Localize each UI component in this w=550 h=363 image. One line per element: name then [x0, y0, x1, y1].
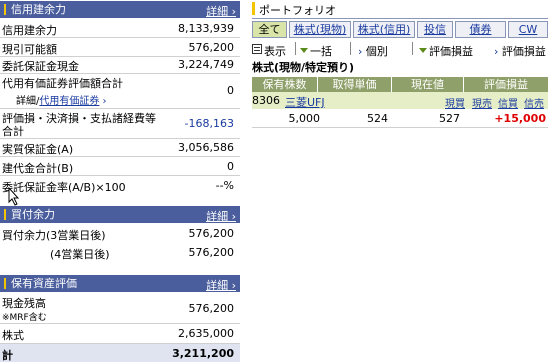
toolbar-separator: [295, 42, 296, 55]
credit-row: 信用建余力 8,133,939: [0, 19, 240, 38]
toolbar-pl-detail-button[interactable]: › 評価損益: [494, 43, 546, 59]
row-value: 0: [227, 160, 234, 173]
credit-row: 委託保証金率(A/B)×100 --%: [0, 176, 240, 194]
stock-name-link[interactable]: 三菱UFJ: [285, 94, 325, 110]
credit-detail-link[interactable]: 詳細: [206, 3, 236, 19]
toolbar-individual-button[interactable]: › 個別: [358, 43, 388, 59]
pl-value: +15,000: [494, 112, 546, 125]
cash-sell-link[interactable]: 現売: [472, 95, 492, 110]
list-icon: [252, 44, 262, 54]
credit-title: 信用建余力: [11, 3, 66, 16]
holding-values-row: 5,000 524 527 +15,000: [252, 110, 548, 128]
buying-header: 買付余力 詳細: [0, 206, 240, 223]
total-label: 計: [2, 349, 13, 362]
stock-code: 8306: [252, 94, 280, 107]
row-label: (4営業日後): [50, 248, 110, 261]
credit-row: 現引可能額 576,200: [0, 38, 240, 57]
chevron-right-icon: ›: [494, 45, 502, 58]
column-header-price: 現在値: [392, 77, 464, 92]
toolbar-batch-button[interactable]: 一括: [300, 43, 332, 59]
row-label: 現引可能額: [2, 43, 57, 56]
row-value: 2,635,000: [178, 327, 234, 340]
margin-sell-link[interactable]: 信売: [524, 95, 544, 110]
header-marker: [4, 4, 6, 15]
row-label: 委託保証金現金: [2, 60, 79, 73]
row-label: 代用有価証券評価額合計: [2, 77, 123, 90]
total-value: 3,211,200: [172, 347, 234, 360]
row-value: 576,200: [188, 41, 235, 54]
column-header-shares: 保有株数: [252, 77, 318, 92]
row-value: 3,056,586: [178, 141, 234, 154]
row-label: 評価損・決済損・支払諸経費等: [2, 112, 156, 125]
tab-all[interactable]: 全て: [252, 21, 287, 38]
cost-value: 524: [367, 112, 388, 125]
credit-row-costs: 評価損・決済損・支払諸経費等 合計 -168,163: [0, 109, 240, 139]
row-label: 実質保証金(A): [2, 143, 74, 156]
row-sublabel: ※MRF含む: [2, 313, 47, 323]
portfolio-marker: [252, 2, 255, 15]
section-title: 株式(現物/特定預り): [252, 61, 355, 74]
tab-funds[interactable]: 投信: [417, 21, 453, 38]
substitute-securities-link[interactable]: 代用有価証券: [39, 96, 99, 107]
credit-row: 委託保証金現金 3,224,749: [0, 57, 240, 74]
shares-value: 5,000: [288, 112, 321, 125]
assets-row: 現金残高 ※MRF含む 576,200: [0, 294, 240, 324]
toolbar-display-label: 表示: [264, 45, 286, 58]
assets-header: 保有資産評価 詳細: [0, 275, 240, 292]
row-label: 現金残高: [2, 297, 46, 310]
toolbar-separator: [350, 42, 351, 55]
title-divider: [252, 18, 548, 19]
row-label: 信用建余力: [2, 24, 57, 37]
margin-buy-link[interactable]: 信買: [498, 95, 518, 110]
row-sublabel: 詳細/代用有価証券 ›: [16, 96, 107, 107]
buying-detail-link[interactable]: 詳細: [206, 208, 236, 224]
buying-row: 買付余力(3営業日後) 576,200: [0, 225, 240, 242]
credit-header: 信用建余力 詳細: [0, 1, 240, 18]
row-label: 買付余力(3営業日後): [2, 229, 106, 242]
portfolio-title: ポートフォリオ: [259, 4, 336, 17]
row-label: 委託保証金率(A/B)×100: [2, 181, 126, 194]
buying-title: 買付余力: [11, 208, 55, 221]
row-value: 576,200: [188, 302, 235, 315]
tab-stock-cash[interactable]: 株式(現物): [289, 21, 351, 38]
row-label-2: 合計: [2, 125, 24, 138]
toolbar-pl-display-button[interactable]: 評価損益: [419, 43, 473, 59]
header-marker: [4, 278, 6, 289]
tab-bonds[interactable]: 債券: [455, 21, 506, 38]
assets-row: 株式 2,635,000: [0, 324, 240, 344]
row-label: 建代金合計(B): [2, 162, 74, 175]
buying-row: (4営業日後) 576,200: [0, 243, 240, 261]
row-value: 576,200: [188, 227, 235, 240]
credit-row-substitute: 代用有価証券評価額合計 詳細/代用有価証券 › 0: [0, 74, 240, 109]
toolbar-separator: [412, 42, 413, 55]
row-value: 3,224,749: [178, 58, 234, 71]
tab-cw[interactable]: CW: [508, 21, 548, 38]
row-value: 576,200: [188, 246, 235, 259]
triangle-down-icon: [419, 48, 427, 53]
row-value: -168,163: [184, 117, 234, 130]
header-marker: [4, 209, 6, 220]
cash-buy-link[interactable]: 現買: [445, 95, 465, 110]
row-value: --%: [215, 179, 234, 192]
credit-row: 建代金合計(B) 0: [0, 157, 240, 176]
credit-row: 実質保証金(A) 3,056,586: [0, 139, 240, 157]
row-value: 8,133,939: [178, 22, 234, 35]
holding-name-row: 8306 三菱UFJ 現買 現売 信買 信売: [252, 92, 548, 110]
triangle-down-icon: [300, 48, 308, 53]
row-value: 0: [227, 84, 234, 97]
row-label: 株式: [2, 329, 24, 342]
assets-total-row: 計 3,211,200: [0, 344, 240, 362]
column-header-pl: 評価損益: [464, 77, 548, 92]
assets-detail-link[interactable]: 詳細: [206, 277, 236, 293]
chevron-right-icon: ›: [358, 45, 366, 58]
column-header-cost: 取得単価: [318, 77, 392, 92]
mouse-cursor-icon: [8, 187, 20, 206]
price-value: 527: [439, 112, 460, 125]
assets-title: 保有資産評価: [11, 277, 77, 290]
tab-stock-margin[interactable]: 株式(信用): [353, 21, 415, 38]
